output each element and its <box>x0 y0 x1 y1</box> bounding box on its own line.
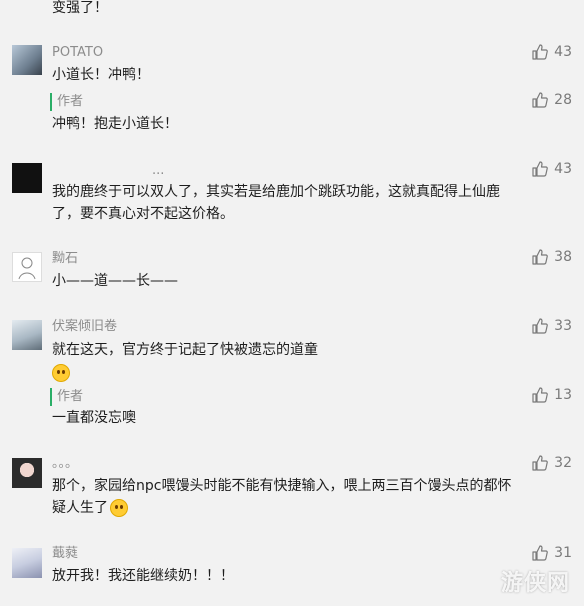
like-button[interactable]: 28 <box>532 92 572 108</box>
like-button[interactable]: 33 <box>532 318 572 334</box>
like-button[interactable]: 38 <box>532 249 572 265</box>
like-count: 33 <box>554 318 572 334</box>
comment-author-name[interactable]: 伏案倾旧卷 <box>52 318 117 336</box>
thumbs-up-icon <box>532 318 549 334</box>
site-watermark: 游侠网 <box>500 571 570 596</box>
comment-author-name[interactable]: 蕺蕤 <box>52 545 78 563</box>
thumbs-up-icon <box>532 92 549 108</box>
comment-text-fragment: 疑人生了 <box>52 500 108 516</box>
comment-author-name[interactable]: ... <box>152 162 164 180</box>
comment-text: 小——道——长—— <box>52 273 178 289</box>
thumbs-up-icon <box>532 387 549 403</box>
avatar[interactable] <box>12 45 42 75</box>
like-count: 43 <box>554 44 572 60</box>
comment-text: 放开我！我还能继续奶！！！ <box>52 568 234 584</box>
like-count: 13 <box>554 387 572 403</box>
comment-author-name[interactable]: 黝石 <box>52 250 78 268</box>
comment-text: 小道长！冲鸭！ <box>52 67 150 83</box>
avatar[interactable] <box>12 320 42 350</box>
comment-text-line: 了，要不真心对不起这价格。 <box>52 206 234 222</box>
like-button[interactable]: 13 <box>532 387 572 403</box>
comment-text-line: 疑人生了 <box>52 496 128 520</box>
previous-comment-text: 变强了！ <box>52 0 108 16</box>
avatar[interactable] <box>12 252 42 282</box>
avatar[interactable] <box>12 163 42 193</box>
thumbs-up-icon <box>532 249 549 265</box>
thumbs-up-icon <box>532 545 549 561</box>
avatar[interactable] <box>12 458 42 488</box>
avatar[interactable] <box>12 548 42 578</box>
like-button[interactable]: 32 <box>532 455 572 471</box>
comment-author-name[interactable]: 。。。 <box>52 455 78 473</box>
like-count: 32 <box>554 455 572 471</box>
thumbs-up-icon <box>532 44 549 60</box>
sketch-avatar-icon <box>18 257 36 280</box>
reply-text: 一直都没忘噢 <box>52 410 136 426</box>
like-button[interactable]: 43 <box>532 44 572 60</box>
author-tag: 作者 <box>50 93 83 111</box>
like-count: 43 <box>554 161 572 177</box>
thumbs-up-icon <box>532 455 549 471</box>
like-button[interactable]: 31 <box>532 545 572 561</box>
like-count: 28 <box>554 92 572 108</box>
comment-text-line: 那个，家园给npc喂馒头时能不能有快捷输入，喂上两三百个馒头点的都怀 <box>52 478 512 494</box>
emoji-icon <box>52 362 70 382</box>
comment-text: 就在这天，官方终于记起了快被遗忘的道童 <box>52 342 318 358</box>
thumbs-up-icon <box>532 161 549 177</box>
emoji-icon <box>110 499 128 517</box>
comment-author-name[interactable]: POTATO <box>52 44 103 62</box>
author-tag: 作者 <box>50 388 83 406</box>
like-count: 31 <box>554 545 572 561</box>
reply-text: 冲鸭！抱走小道长！ <box>52 116 178 132</box>
like-count: 38 <box>554 249 572 265</box>
comment-text-line: 我的鹿终于可以双人了，其实若是给鹿加个跳跃功能，这就真配得上仙鹿 <box>52 184 500 200</box>
like-button[interactable]: 43 <box>532 161 572 177</box>
